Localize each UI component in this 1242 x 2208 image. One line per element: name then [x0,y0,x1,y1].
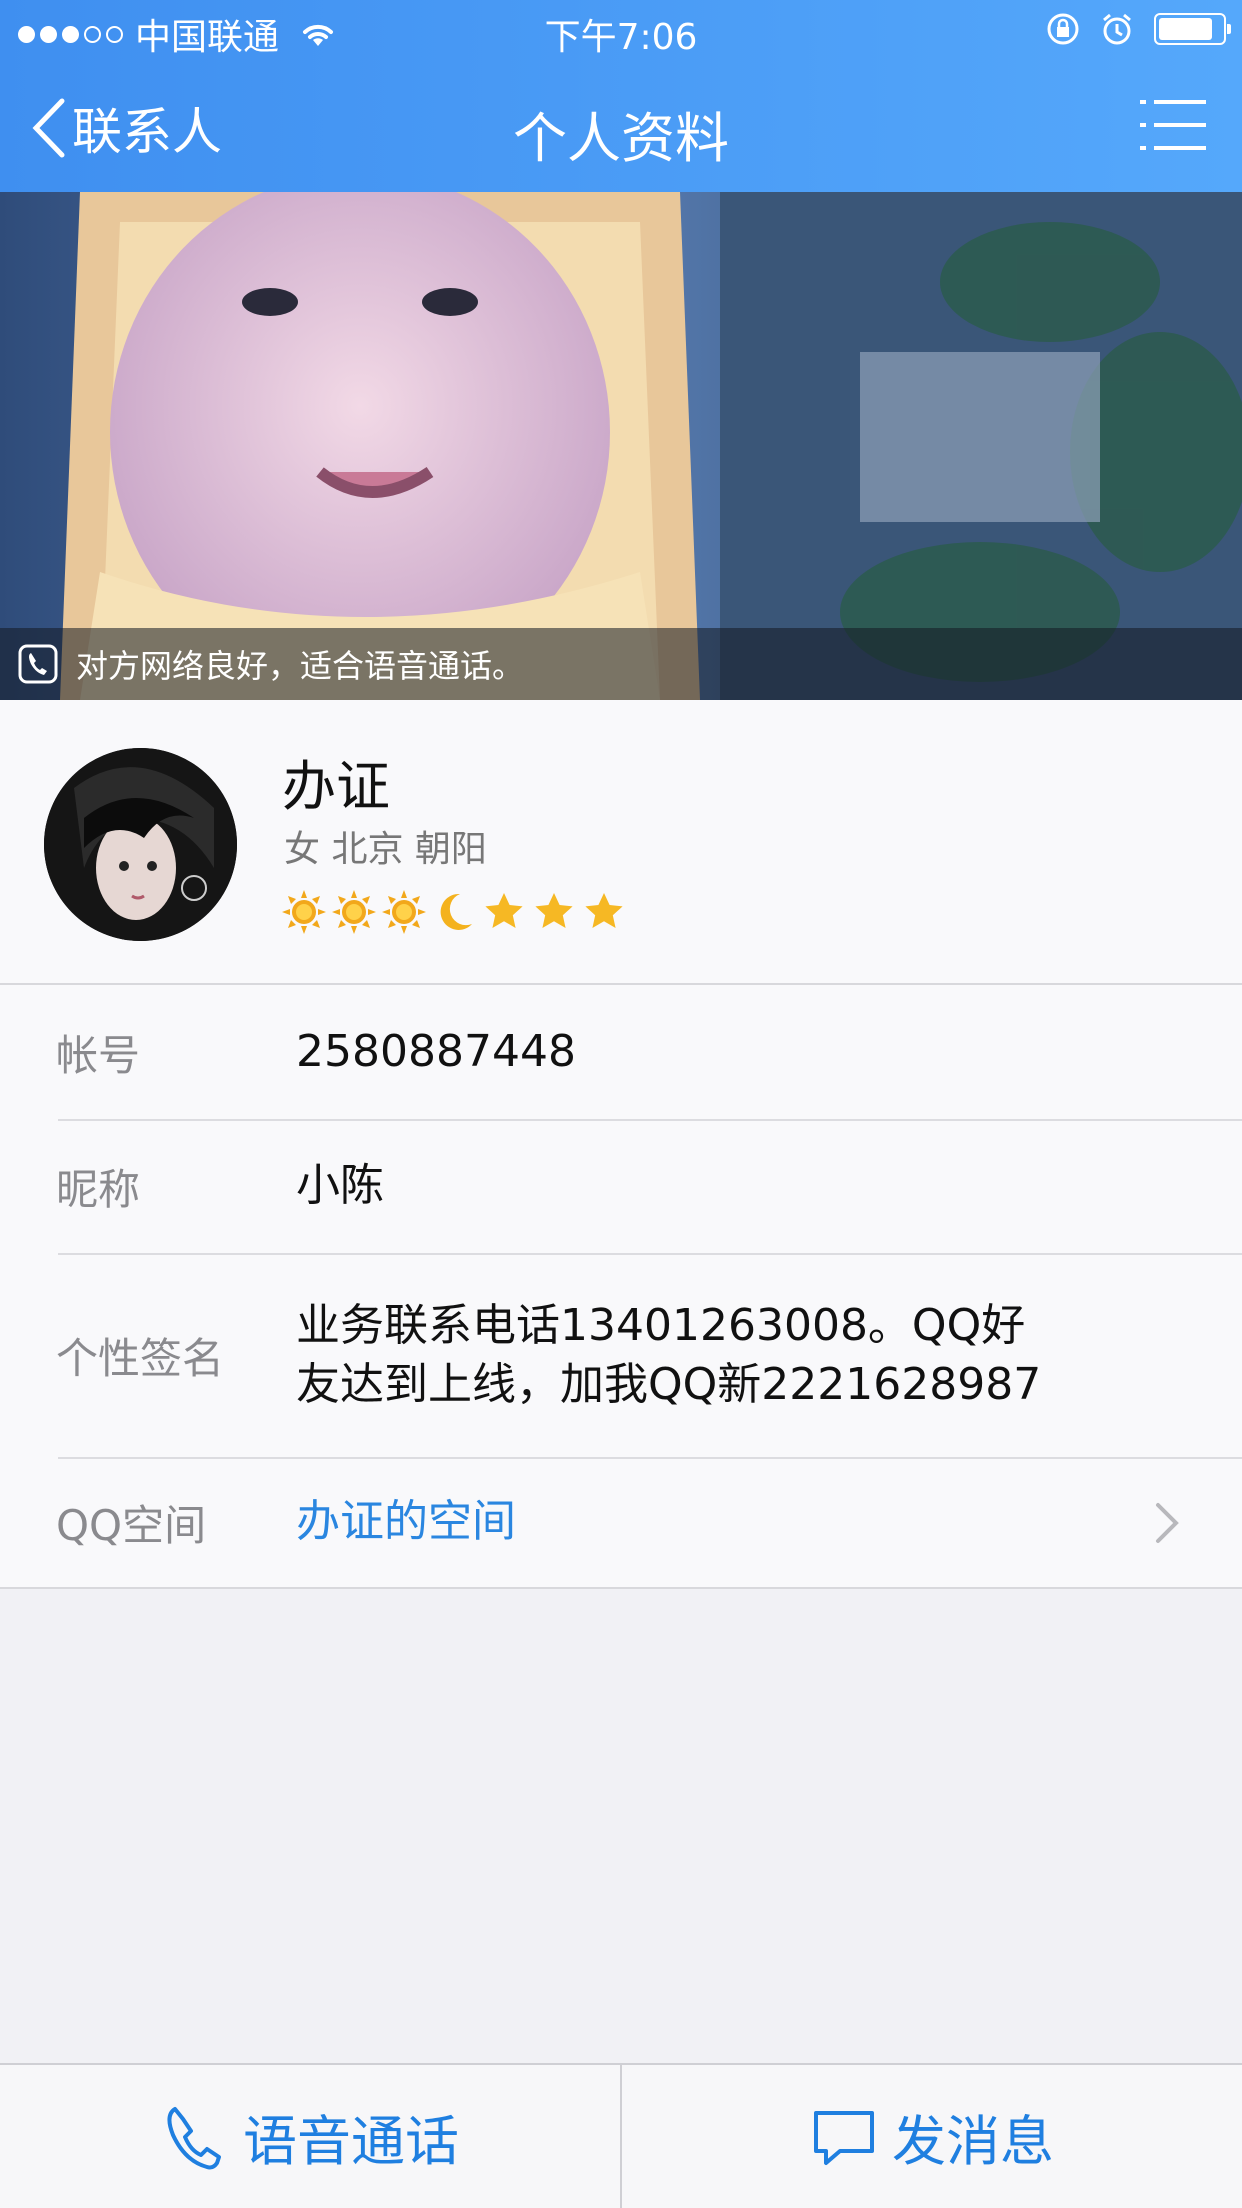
nickname-row[interactable]: 昵称 小陈 [0,1119,1242,1253]
phone-icon [167,2106,221,2169]
profile-summary: 办证 女 北京 朝阳 [0,700,1242,985]
sun-icon [282,890,326,934]
chat-bubble-icon [814,2110,874,2165]
chevron-right-icon [1156,1503,1179,1543]
nickname-label: 昵称 [56,1164,141,1214]
nav-bar: 联系人 个人资料 [0,62,1242,192]
account-value: 2580887448 [296,1026,576,1078]
qzone-link[interactable]: 办证的空间 [296,1492,516,1551]
star-icon [585,893,623,928]
cover-photo[interactable]: 对方网络良好，适合语音通话。 [0,192,1242,700]
avatar[interactable] [44,748,237,941]
account-row[interactable]: 帐号 2580887448 [0,985,1242,1119]
level-badges[interactable] [282,890,626,934]
status-bar: 中国联通 下午7:06 [0,0,1242,62]
info-list: 帐号 2580887448 昵称 小陈 个性签名 业务联系电话134012630… [0,985,1242,1589]
signature-line: 业务联系电话13401263008。QQ好 [296,1299,1026,1351]
battery-icon [1154,13,1231,45]
header: 中国联通 下午7:06 联系人 个人资料 [0,0,1242,192]
signature-value: 业务联系电话13401263008。QQ好 友达到上线，加我QQ新2221628… [296,1296,1041,1415]
nickname-value: 小陈 [296,1160,384,1212]
account-label: 帐号 [56,1030,141,1080]
qzone-row[interactable]: QQ空间 办证的空间 [0,1457,1242,1587]
cover-photo-image [0,192,1242,700]
call-quality-text: 对方网络良好，适合语音通话。 [76,647,525,685]
profile-meta: 女 北京 朝阳 [284,829,487,870]
signature-line: 友达到上线，加我QQ新2221628987 [296,1359,1042,1410]
phone-icon [18,644,58,684]
qzone-label: QQ空间 [56,1500,207,1550]
call-quality-bar: 对方网络良好，适合语音通话。 [0,628,1242,700]
sun-icon [382,890,426,934]
profile-name: 办证 [282,755,390,818]
sun-icon [332,890,376,934]
star-icon [485,893,523,928]
send-message-button[interactable]: 发消息 [620,2065,1242,2208]
list-menu-icon[interactable] [1140,98,1206,152]
send-message-label: 发消息 [892,2110,1054,2173]
signature-label: 个性签名 [56,1333,225,1383]
rotation-lock-icon [1047,13,1079,45]
alarm-icon [1103,13,1131,45]
star-icon [535,893,573,928]
signature-row[interactable]: 个性签名 业务联系电话13401263008。QQ好 友达到上线，加我QQ新22… [0,1253,1242,1457]
moon-icon [440,893,472,930]
voice-call-label: 语音通话 [243,2110,459,2173]
bottom-action-bar: 语音通话 发消息 [0,2063,1242,2208]
voice-call-button[interactable]: 语音通话 [0,2065,620,2208]
page-title: 个人资料 [513,107,729,170]
